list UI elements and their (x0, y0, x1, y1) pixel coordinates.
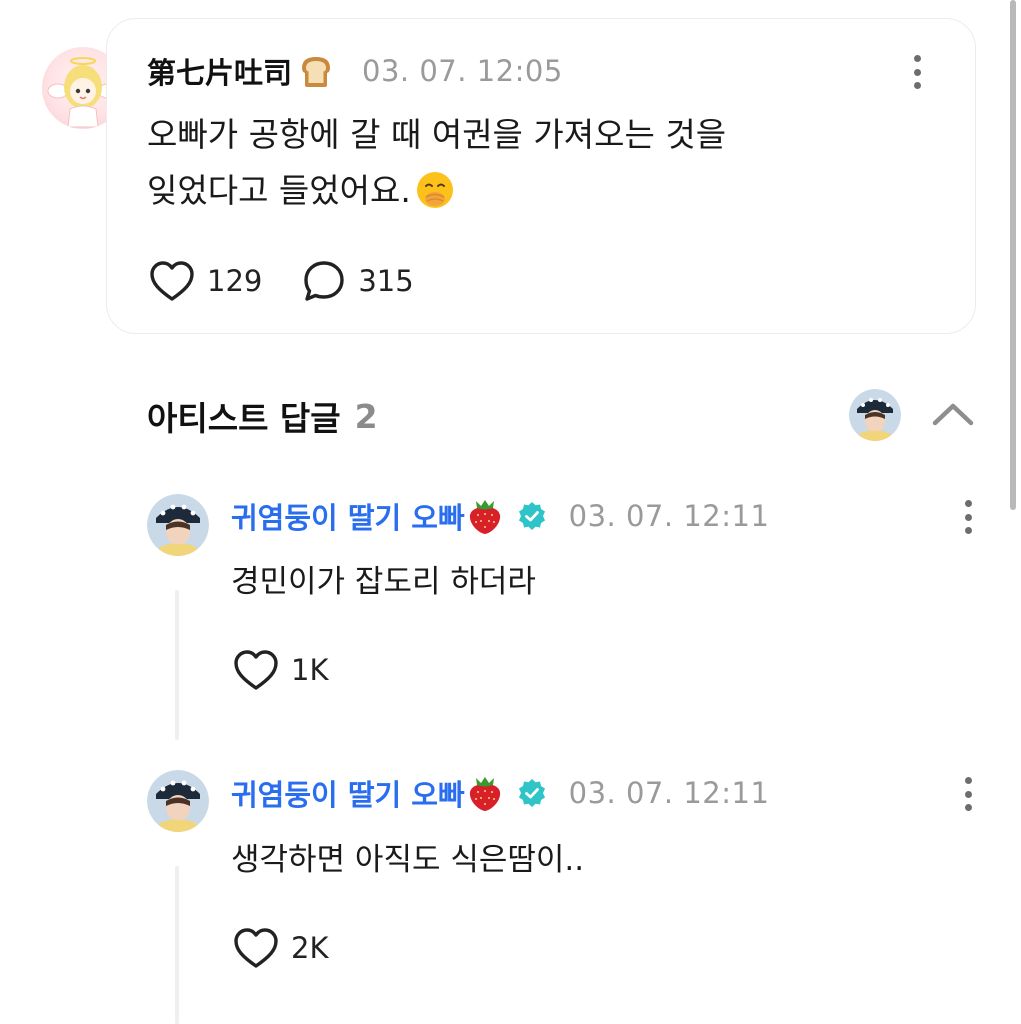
post-body-line-2-text: 잊었다고 들었어요. (147, 171, 411, 210)
reply-2-author-name[interactable]: 귀염둥이 딸기 오빠 (231, 772, 465, 814)
reply-2-thread-line (175, 866, 179, 1024)
reply-1-timestamp: 03. 07. 12:11 (568, 499, 770, 533)
reply-2-like-count: 2K (291, 931, 329, 965)
heart-icon (150, 261, 194, 301)
post-comment-button[interactable]: 315 (302, 259, 414, 303)
artist-avatar-small[interactable] (849, 389, 901, 441)
reply-1-thread-line (175, 590, 179, 740)
post-timestamp: 03. 07. 12:05 (362, 54, 563, 88)
reply-1-avatar[interactable] (147, 494, 209, 556)
post-body-line-2: 잊었다고 들었어요. (147, 163, 907, 219)
post-actions: 129 315 (149, 259, 414, 303)
collapse-chevron-up-icon[interactable] (930, 398, 976, 430)
reply-1-header: 귀염둥이 딸기 오빠 03. 07. 12:11 (231, 496, 769, 536)
verified-badge-icon (517, 778, 547, 808)
artist-replies-count: 2 (354, 396, 378, 436)
fan-post-card: 第七片吐司 03. 07. 12:05 오빠가 공항에 갈 때 여권을 가져오는… (106, 18, 976, 334)
post-body-line-1: 오빠가 공항에 갈 때 여권을 가져오는 것을 (147, 115, 727, 154)
post-more-options-icon[interactable] (913, 55, 921, 89)
reply-2-timestamp: 03. 07. 12:11 (568, 776, 770, 810)
verified-badge-icon (517, 501, 547, 531)
comment-bubble-icon (304, 261, 345, 301)
post-body: 오빠가 공항에 갈 때 여권을 가져오는 것을 잊었다고 들었어요. (147, 107, 907, 219)
reply-1-body: 경민이가 잡도리 하더라 (231, 564, 536, 600)
strawberry-icon (467, 774, 503, 812)
reply-1-like-button[interactable]: 1K (233, 648, 328, 692)
post-like-count: 129 (207, 264, 263, 298)
artist-replies-header: 아티스트 답글 2 (147, 392, 378, 440)
reply-2-avatar[interactable] (147, 770, 209, 832)
bread-icon (298, 54, 334, 88)
post-header: 第七片吐司 03. 07. 12:05 (147, 50, 563, 92)
heart-icon (234, 650, 278, 690)
reply-2-more-options-icon[interactable] (964, 777, 972, 811)
heart-icon (234, 928, 278, 968)
strawberry-icon (467, 497, 503, 535)
reply-2-body: 생각하면 아직도 식은땀이.. (231, 842, 585, 878)
post-author-name[interactable]: 第七片吐司 (147, 50, 292, 92)
reply-2-header: 귀염둥이 딸기 오빠 03. 07. 12:11 (231, 773, 769, 813)
post-like-button[interactable]: 129 (149, 260, 262, 302)
reply-1-author-name[interactable]: 귀염둥이 딸기 오빠 (231, 495, 465, 537)
reply-1-more-options-icon[interactable] (964, 500, 972, 534)
face-with-hand-over-mouth-icon (415, 170, 455, 210)
post-comment-count: 315 (358, 264, 414, 298)
scrollbar[interactable] (1010, 0, 1016, 510)
reply-1-like-count: 1K (291, 653, 329, 687)
reply-2-like-button[interactable]: 2K (233, 926, 328, 970)
artist-replies-title: 아티스트 답글 (147, 399, 341, 438)
